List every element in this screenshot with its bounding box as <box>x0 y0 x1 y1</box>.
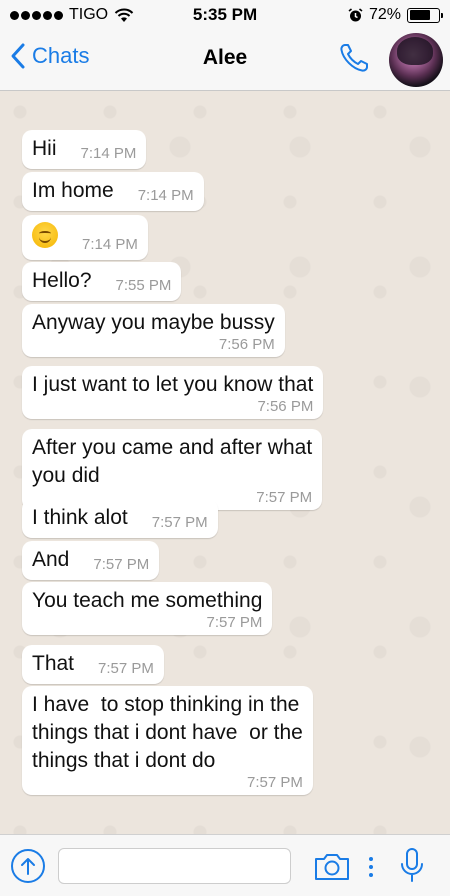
message-text: You teach me something <box>32 589 263 612</box>
alarm-icon <box>348 7 363 21</box>
battery-percent: 72% <box>368 6 401 23</box>
more-icon[interactable] <box>368 855 374 877</box>
contact-avatar[interactable] <box>389 33 443 87</box>
message-bubble[interactable]: Im home 7:14 PM <box>22 172 204 211</box>
message-text: Im home <box>32 179 114 202</box>
upload-icon <box>21 858 35 875</box>
message-bubble[interactable]: I think alot 7:57 PM <box>22 499 218 538</box>
message-time: 7:56 PM <box>257 398 314 415</box>
phone-icon[interactable] <box>336 40 372 76</box>
status-bar: TIGO 5:35 PM 72% <box>0 0 450 30</box>
message-text: Hii <box>32 137 57 160</box>
message-bubble[interactable]: Hii 7:14 PM <box>22 130 147 169</box>
battery-fill <box>409 10 430 20</box>
message-text: Hello? <box>32 269 92 292</box>
nav-bar: Chats Alee <box>0 30 450 91</box>
message-bubble[interactable]: That 7:57 PM <box>22 645 164 684</box>
message-bubble[interactable]: I have to stop thinking in the things th… <box>22 686 313 795</box>
message-bubble[interactable]: 7:14 PM <box>22 215 148 260</box>
camera-icon[interactable] <box>313 850 351 882</box>
message-bubble[interactable]: Anyway you maybe bussy 7:56 PM <box>22 304 285 357</box>
message-text: That <box>32 652 75 675</box>
message-time: 7:57 PM <box>206 614 263 631</box>
message-bubble[interactable]: You teach me something 7:57 PM <box>22 582 273 635</box>
contact-name[interactable]: Alee <box>0 46 450 70</box>
message-text: After you came and after what you did <box>32 436 313 487</box>
message-bubble[interactable]: And 7:57 PM <box>22 541 160 580</box>
microphone-icon[interactable] <box>398 847 426 885</box>
message-input[interactable] <box>58 848 291 884</box>
message-time: 7:57 PM <box>98 660 154 677</box>
message-time: 7:57 PM <box>151 514 208 531</box>
message-time: 7:55 PM <box>115 277 172 294</box>
message-bubble[interactable]: I just want to let you know that 7:56 PM <box>22 366 324 419</box>
message-time: 7:14 PM <box>137 187 194 204</box>
message-text <box>32 220 58 254</box>
message-bubble[interactable]: Hello? 7:55 PM <box>22 262 182 301</box>
input-bar <box>0 834 450 896</box>
message-bubble[interactable]: After you came and after what you did 7:… <box>22 429 323 510</box>
message-time: 7:14 PM <box>82 236 138 253</box>
message-text: I have to stop thinking in the things th… <box>32 693 303 772</box>
message-text: I think alot <box>32 506 128 529</box>
message-text: And <box>32 548 70 571</box>
chat-area[interactable]: Hii 7:14 PM Im home 7:14 PM 7:14 PM Hell… <box>0 92 450 834</box>
message-time: 7:56 PM <box>218 336 275 353</box>
battery-icon <box>407 7 443 23</box>
status-right: 72% <box>348 6 443 24</box>
message-time: 7:57 PM <box>93 556 150 573</box>
message-time: 7:57 PM <box>246 774 303 791</box>
share-button[interactable] <box>11 849 45 883</box>
message-text: I just want to let you know that <box>32 373 314 396</box>
message-text: Anyway you maybe bussy <box>32 311 275 334</box>
smiling-face-icon <box>32 222 58 248</box>
message-time: 7:14 PM <box>80 145 137 162</box>
